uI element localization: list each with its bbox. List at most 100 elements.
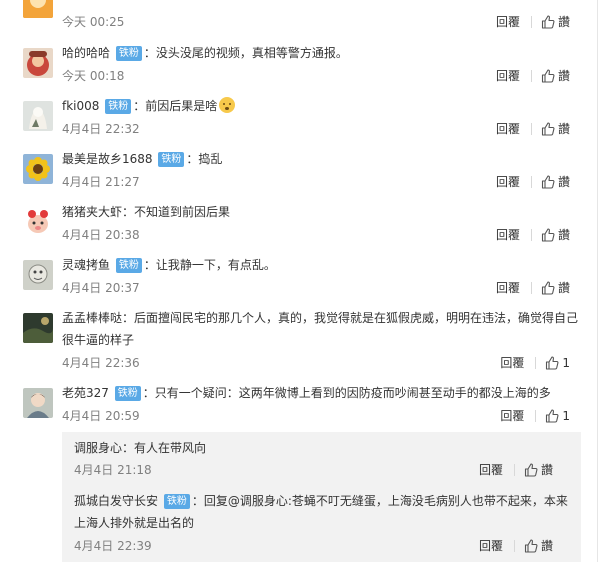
surprised-face-icon: [219, 97, 236, 113]
comment-meta: 4月4日 20:59 回覆 1: [62, 407, 586, 425]
like-button[interactable]: 1: [545, 354, 570, 372]
reply-button[interactable]: 回覆: [496, 173, 520, 191]
reply-button[interactable]: 回覆: [479, 537, 503, 555]
comment-time: 今天 00:18: [62, 69, 125, 83]
divider: [530, 16, 532, 28]
divider: [530, 229, 532, 241]
thumbs-up-icon: [541, 69, 555, 83]
reply-text-line: 上海人排外就是出名的: [74, 513, 573, 533]
comment-list: 今天 00:25 回覆 讚 哈的哈哈 铁粉 ：没头没尾的视频，真相等警方通报。 今…: [0, 0, 598, 562]
divider: [530, 282, 532, 294]
comment-meta: 4月4日 22:32 回覆 讚: [62, 120, 586, 138]
like-label: 讚: [557, 281, 570, 295]
reply-text: 回复@调服身心:苍蝇不叮无缝蛋，上海没毛病别人也带不起来，本来: [203, 494, 568, 508]
reply-button[interactable]: 回覆: [496, 67, 520, 85]
reply-time: 4月4日 22:39: [74, 539, 152, 553]
avatar[interactable]: [23, 0, 53, 18]
like-button[interactable]: 1: [545, 407, 570, 425]
comment-text-line: 灵魂拷鱼 铁粉 ：让我静一下，有点乱。: [62, 258, 276, 273]
comment-meta: 今天 00:18 回覆 讚: [62, 67, 586, 85]
avatar[interactable]: [23, 207, 53, 237]
thumbs-up-icon: [541, 122, 555, 136]
fan-badge[interactable]: 铁粉: [115, 258, 142, 273]
divider: [530, 70, 532, 82]
comment-text-line: 很牛逼的样子: [62, 330, 586, 350]
comment-meta: 今天 00:25 回覆 讚: [62, 13, 586, 31]
username-link[interactable]: 最美是故乡1688: [62, 152, 153, 166]
like-button[interactable]: 讚: [524, 537, 553, 555]
avatar[interactable]: [23, 101, 53, 131]
like-label: 讚: [540, 539, 553, 553]
comment-time: 4月4日 20:59: [62, 409, 140, 423]
comment-text: 让我静一下，有点乱。: [155, 258, 276, 272]
comment-text-line: 猪猪夹大虾：不知道到前因后果: [62, 205, 231, 219]
comment-text: 不知道到前因后果: [134, 205, 231, 219]
username-link[interactable]: 猪猪夹大虾: [62, 205, 122, 219]
reply-time: 4月4日 21:18: [74, 463, 152, 477]
reply-meta: 4月4日 21:18 回覆 讚: [74, 461, 569, 479]
username-link[interactable]: 孤城白发守长安: [74, 494, 158, 508]
like-label: 讚: [557, 228, 570, 242]
fan-badge[interactable]: 铁粉: [158, 152, 185, 167]
comment-meta: 4月4日 20:37 回覆 讚: [62, 279, 586, 297]
reply-meta: 4月4日 22:39 回覆 讚: [74, 537, 569, 555]
username-link[interactable]: 老苑327: [62, 386, 109, 400]
reply-button[interactable]: 回覆: [496, 226, 520, 244]
reply-button[interactable]: 回覆: [500, 407, 524, 425]
divider: [513, 540, 515, 552]
like-button[interactable]: 讚: [541, 120, 570, 138]
reply-button[interactable]: 回覆: [500, 354, 524, 372]
comment-meta: 4月4日 20:38 回覆 讚: [62, 226, 586, 244]
like-button[interactable]: 讚: [541, 67, 570, 85]
comment-text: 捣乱: [198, 152, 223, 166]
reply-button[interactable]: 回覆: [496, 13, 520, 31]
avatar[interactable]: [23, 154, 53, 184]
reply-button[interactable]: 回覆: [496, 279, 520, 297]
comment-text: 没头没尾的视频，真相等警方通报。: [155, 46, 348, 60]
thumbs-up-icon: [524, 539, 538, 553]
like-button[interactable]: 讚: [541, 279, 570, 297]
comment-text-line: 最美是故乡1688 铁粉 ：捣乱: [62, 152, 223, 167]
like-button[interactable]: 讚: [524, 461, 553, 479]
like-label: 讚: [540, 463, 553, 477]
like-button[interactable]: 讚: [541, 13, 570, 31]
thumbs-up-icon: [541, 228, 555, 242]
fan-badge[interactable]: 铁粉: [105, 99, 132, 114]
comment-meta: 4月4日 21:27 回覆 讚: [62, 173, 586, 191]
thumbs-up-icon: [541, 175, 555, 189]
like-button[interactable]: 讚: [541, 226, 570, 244]
username-link[interactable]: fki008: [62, 99, 99, 113]
reply-thread: 调服身心：有人在带风向 4月4日 21:18 回覆 讚 孤城白发守长安 铁粉 ：回…: [62, 432, 581, 562]
like-label: 讚: [557, 15, 570, 29]
thumbs-up-icon: [541, 15, 555, 29]
fan-badge[interactable]: 铁粉: [115, 46, 142, 61]
username-link[interactable]: 灵魂拷鱼: [62, 258, 110, 272]
thumbs-up-icon: [541, 281, 555, 295]
reply-text-line: 孤城白发守长安 铁粉 ：回复@调服身心:苍蝇不叮无缝蛋，上海没毛病别人也带不起来，…: [74, 494, 568, 509]
username-link[interactable]: 哈的哈哈: [62, 46, 110, 60]
comment-text-line: 老苑327 铁粉 ：只有一个疑问：这两年微博上看到的因防疫而吵闹甚至动手的都没上海…: [62, 386, 551, 401]
fan-badge[interactable]: 铁粉: [163, 494, 190, 509]
divider: [530, 176, 532, 188]
divider: [535, 357, 537, 369]
comment-text: 只有一个疑问：这两年微博上看到的因防疫而吵闹甚至动手的都没上海的多: [154, 386, 551, 400]
comment-text: 后面擅闯民宅的那几个人，真的，我觉得就是在狐假虎威，明明在违法，确觉得自己: [134, 311, 579, 325]
username-link[interactable]: 孟孟棒棒哒: [62, 311, 122, 325]
fan-badge[interactable]: 铁粉: [114, 386, 141, 401]
like-label: 讚: [557, 175, 570, 189]
username-link[interactable]: 调服身心: [74, 441, 122, 455]
comment-meta: 4月4日 22:36 回覆 1: [62, 354, 586, 372]
avatar[interactable]: [23, 313, 53, 343]
comment-time: 4月4日 20:38: [62, 228, 140, 242]
reply-text: 有人在带风向: [134, 441, 207, 455]
comment-time: 4月4日 21:27: [62, 175, 140, 189]
reply-button[interactable]: 回覆: [479, 461, 503, 479]
like-button[interactable]: 讚: [541, 173, 570, 191]
reply-text-continued: 上海人排外就是出名的: [74, 516, 195, 530]
avatar[interactable]: [23, 388, 53, 418]
avatar[interactable]: [23, 260, 53, 290]
avatar[interactable]: [23, 48, 53, 78]
reply-button[interactable]: 回覆: [496, 120, 520, 138]
comment-text-line: 孟孟棒棒哒：后面擅闯民宅的那几个人，真的，我觉得就是在狐假虎威，明明在违法，确觉…: [62, 311, 579, 325]
comment-text-line: fki008 铁粉 ：前因后果是啥: [62, 96, 586, 116]
